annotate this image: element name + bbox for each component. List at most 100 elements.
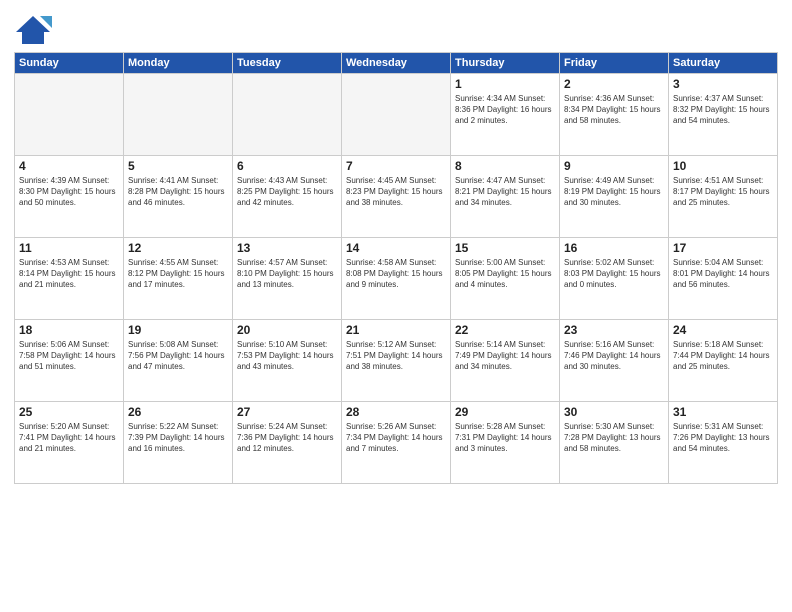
day-number: 5 [128, 159, 228, 173]
calendar-cell: 2 Sunrise: 4:36 AM Sunset: 8:34 PM Daylig… [560, 74, 669, 156]
calendar-cell: 16Sunrise: 5:02 AM Sunset: 8:03 PM Dayli… [560, 238, 669, 320]
header-saturday: Saturday [669, 53, 778, 74]
calendar-cell: 19Sunrise: 5:08 AM Sunset: 7:56 PM Dayli… [124, 320, 233, 402]
calendar-cell: 21 Sunrise: 5:12 AM Sunset: 7:51 PM Dayli… [342, 320, 451, 402]
logo [14, 14, 54, 46]
day-info: Sunrise: 5:12 AM Sunset: 7:51 PM Dayligh… [346, 339, 446, 373]
day-info: Sunrise: 5:06 AM Sunset: 7:58 PM Dayligh… [19, 339, 119, 373]
calendar-cell: 23 Sunrise: 5:16 AM Sunset: 7:46 PM Dayli… [560, 320, 669, 402]
day-number: 1 [455, 77, 555, 91]
week-row-2: 4Sunrise: 4:39 AM Sunset: 8:30 PM Daylig… [15, 156, 778, 238]
day-info: Sunrise: 4:58 AM Sunset: 8:08 PM Dayligh… [346, 257, 446, 291]
day-info: Sunrise: 5:28 AM Sunset: 7:31 PM Dayligh… [455, 421, 555, 455]
day-number: 25 [19, 405, 119, 419]
day-number: 30 [564, 405, 664, 419]
week-row-3: 11 Sunrise: 4:53 AM Sunset: 8:14 PM Dayli… [15, 238, 778, 320]
calendar-cell [342, 74, 451, 156]
day-number: 23 [564, 323, 664, 337]
day-number: 10 [673, 159, 773, 173]
day-number: 21 [346, 323, 446, 337]
day-number: 17 [673, 241, 773, 255]
day-info: Sunrise: 5:22 AM Sunset: 7:39 PM Dayligh… [128, 421, 228, 455]
day-number: 8 [455, 159, 555, 173]
calendar-table: SundayMondayTuesdayWednesdayThursdayFrid… [14, 52, 778, 484]
day-info: Sunrise: 5:26 AM Sunset: 7:34 PM Dayligh… [346, 421, 446, 455]
week-row-5: 25 Sunrise: 5:20 AM Sunset: 7:41 PM Dayli… [15, 402, 778, 484]
day-info: Sunrise: 5:10 AM Sunset: 7:53 PM Dayligh… [237, 339, 337, 373]
day-number: 9 [564, 159, 664, 173]
calendar-cell: 6Sunrise: 4:43 AM Sunset: 8:25 PM Daylig… [233, 156, 342, 238]
calendar-cell: 25 Sunrise: 5:20 AM Sunset: 7:41 PM Dayli… [15, 402, 124, 484]
day-info: Sunrise: 5:00 AM Sunset: 8:05 PM Dayligh… [455, 257, 555, 291]
calendar-cell: 3 Sunrise: 4:37 AM Sunset: 8:32 PM Daylig… [669, 74, 778, 156]
week-row-1: 1 Sunrise: 4:34 AM Sunset: 8:36 PM Daylig… [15, 74, 778, 156]
day-number: 11 [19, 241, 119, 255]
day-info: Sunrise: 4:37 AM Sunset: 8:32 PM Dayligh… [673, 93, 773, 127]
day-number: 28 [346, 405, 446, 419]
page: SundayMondayTuesdayWednesdayThursdayFrid… [0, 0, 792, 612]
day-number: 13 [237, 241, 337, 255]
calendar-cell: 8 Sunrise: 4:47 AM Sunset: 8:21 PM Daylig… [451, 156, 560, 238]
day-number: 24 [673, 323, 773, 337]
header-monday: Monday [124, 53, 233, 74]
calendar-cell: 13 Sunrise: 4:57 AM Sunset: 8:10 PM Dayli… [233, 238, 342, 320]
day-number: 27 [237, 405, 337, 419]
day-info: Sunrise: 4:49 AM Sunset: 8:19 PM Dayligh… [564, 175, 664, 209]
day-number: 3 [673, 77, 773, 91]
calendar-cell: 15 Sunrise: 5:00 AM Sunset: 8:05 PM Dayli… [451, 238, 560, 320]
calendar-cell [15, 74, 124, 156]
day-info: Sunrise: 5:31 AM Sunset: 7:26 PM Dayligh… [673, 421, 773, 455]
calendar-cell: 9 Sunrise: 4:49 AM Sunset: 8:19 PM Daylig… [560, 156, 669, 238]
day-number: 15 [455, 241, 555, 255]
logo-icon [14, 14, 52, 46]
calendar-cell: 30 Sunrise: 5:30 AM Sunset: 7:28 PM Dayli… [560, 402, 669, 484]
calendar-cell: 1 Sunrise: 4:34 AM Sunset: 8:36 PM Daylig… [451, 74, 560, 156]
calendar-header-row: SundayMondayTuesdayWednesdayThursdayFrid… [15, 53, 778, 74]
day-info: Sunrise: 4:34 AM Sunset: 8:36 PM Dayligh… [455, 93, 555, 127]
day-info: Sunrise: 4:39 AM Sunset: 8:30 PM Dayligh… [19, 175, 119, 209]
day-info: Sunrise: 4:53 AM Sunset: 8:14 PM Dayligh… [19, 257, 119, 291]
day-info: Sunrise: 4:41 AM Sunset: 8:28 PM Dayligh… [128, 175, 228, 209]
calendar-cell: 31 Sunrise: 5:31 AM Sunset: 7:26 PM Dayli… [669, 402, 778, 484]
day-info: Sunrise: 5:08 AM Sunset: 7:56 PM Dayligh… [128, 339, 228, 373]
header-friday: Friday [560, 53, 669, 74]
day-number: 18 [19, 323, 119, 337]
day-info: Sunrise: 5:20 AM Sunset: 7:41 PM Dayligh… [19, 421, 119, 455]
calendar-cell: 20 Sunrise: 5:10 AM Sunset: 7:53 PM Dayli… [233, 320, 342, 402]
day-info: Sunrise: 5:18 AM Sunset: 7:44 PM Dayligh… [673, 339, 773, 373]
calendar-cell: 22Sunrise: 5:14 AM Sunset: 7:49 PM Dayli… [451, 320, 560, 402]
day-number: 22 [455, 323, 555, 337]
day-number: 16 [564, 241, 664, 255]
day-number: 7 [346, 159, 446, 173]
day-info: Sunrise: 4:55 AM Sunset: 8:12 PM Dayligh… [128, 257, 228, 291]
calendar-cell: 26Sunrise: 5:22 AM Sunset: 7:39 PM Dayli… [124, 402, 233, 484]
calendar-cell: 24 Sunrise: 5:18 AM Sunset: 7:44 PM Dayli… [669, 320, 778, 402]
calendar-cell: 10Sunrise: 4:51 AM Sunset: 8:17 PM Dayli… [669, 156, 778, 238]
day-info: Sunrise: 5:04 AM Sunset: 8:01 PM Dayligh… [673, 257, 773, 291]
day-number: 29 [455, 405, 555, 419]
header-tuesday: Tuesday [233, 53, 342, 74]
header [14, 10, 778, 46]
day-number: 14 [346, 241, 446, 255]
calendar-cell: 28 Sunrise: 5:26 AM Sunset: 7:34 PM Dayli… [342, 402, 451, 484]
day-number: 20 [237, 323, 337, 337]
calendar-cell: 11 Sunrise: 4:53 AM Sunset: 8:14 PM Dayli… [15, 238, 124, 320]
calendar-cell: 27 Sunrise: 5:24 AM Sunset: 7:36 PM Dayli… [233, 402, 342, 484]
day-info: Sunrise: 4:57 AM Sunset: 8:10 PM Dayligh… [237, 257, 337, 291]
day-number: 12 [128, 241, 228, 255]
day-info: Sunrise: 5:30 AM Sunset: 7:28 PM Dayligh… [564, 421, 664, 455]
calendar-cell: 14 Sunrise: 4:58 AM Sunset: 8:08 PM Dayli… [342, 238, 451, 320]
calendar-cell: 4Sunrise: 4:39 AM Sunset: 8:30 PM Daylig… [15, 156, 124, 238]
week-row-4: 18 Sunrise: 5:06 AM Sunset: 7:58 PM Dayli… [15, 320, 778, 402]
day-info: Sunrise: 4:36 AM Sunset: 8:34 PM Dayligh… [564, 93, 664, 127]
day-info: Sunrise: 4:45 AM Sunset: 8:23 PM Dayligh… [346, 175, 446, 209]
calendar-cell [233, 74, 342, 156]
day-number: 2 [564, 77, 664, 91]
day-info: Sunrise: 5:24 AM Sunset: 7:36 PM Dayligh… [237, 421, 337, 455]
day-info: Sunrise: 5:16 AM Sunset: 7:46 PM Dayligh… [564, 339, 664, 373]
calendar-cell: 29 Sunrise: 5:28 AM Sunset: 7:31 PM Dayli… [451, 402, 560, 484]
calendar-cell [124, 74, 233, 156]
day-info: Sunrise: 4:47 AM Sunset: 8:21 PM Dayligh… [455, 175, 555, 209]
header-wednesday: Wednesday [342, 53, 451, 74]
day-number: 31 [673, 405, 773, 419]
